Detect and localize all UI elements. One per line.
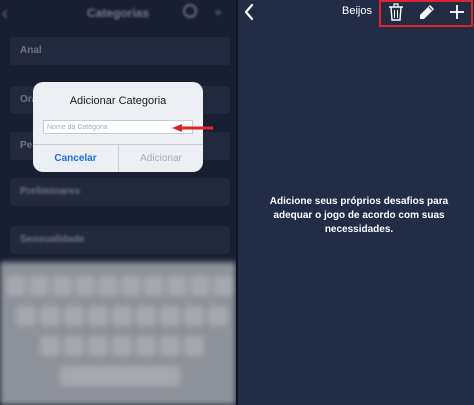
left-screen: ‹ Categorias + Anal Oral Pe Preliminares…	[0, 0, 236, 405]
add-button[interactable]: Adicionar	[119, 145, 203, 172]
chevron-left-icon[interactable]	[242, 2, 256, 22]
empty-state-message: Adicione seus próprios desafios para ade…	[269, 196, 449, 235]
plus-icon[interactable]	[448, 3, 466, 21]
trash-icon[interactable]	[388, 3, 404, 21]
right-screen: Beijos Adicione seus próprios desafios p…	[238, 0, 474, 405]
right-header-title: Beijos	[342, 5, 372, 17]
category-name-input[interactable]	[43, 120, 193, 134]
red-arrow-icon	[172, 124, 213, 132]
modal-overlay	[0, 0, 236, 405]
dialog-title: Adicionar Categoria	[69, 95, 167, 107]
cancel-button[interactable]: Cancelar	[33, 145, 118, 172]
pencil-icon[interactable]	[419, 4, 435, 20]
